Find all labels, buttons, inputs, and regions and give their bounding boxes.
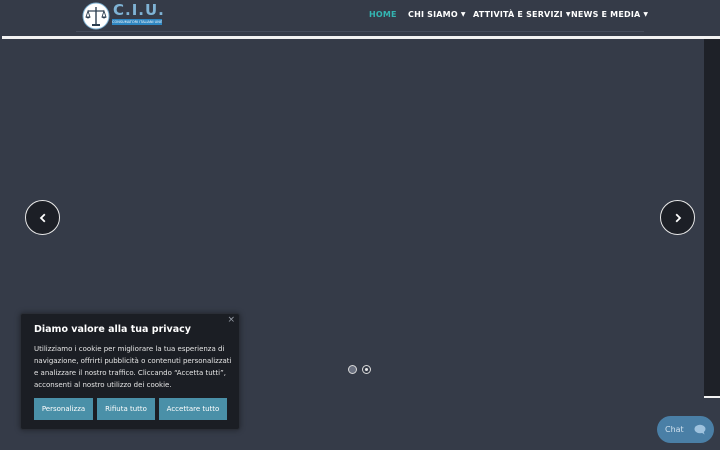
slider-dot-1[interactable] — [348, 365, 357, 374]
logo-title: C.I.U. — [113, 1, 165, 19]
slider-top-border — [2, 36, 720, 39]
nav-item-label: CHI SIAMO — [408, 10, 458, 19]
slider-side-panel — [704, 39, 720, 396]
slider-dot-2[interactable] — [362, 365, 371, 374]
close-icon[interactable]: × — [227, 315, 235, 325]
chevron-left-icon — [39, 213, 45, 222]
chat-bubble-icon — [694, 424, 706, 435]
chat-label: Chat — [665, 425, 684, 434]
chevron-down-icon: ▼ — [460, 11, 466, 18]
cookie-description: Utilizziamo i cookie per migliorare la t… — [34, 345, 232, 389]
nav-item-label: ATTIVITÀ E SERVIZI — [473, 10, 563, 19]
nav-item-label: NEWS E MEDIA — [571, 10, 641, 19]
nav-item-news-media[interactable]: NEWS E MEDIA ▼ — [571, 10, 648, 19]
scales-of-justice-icon — [82, 2, 110, 30]
nav-item-attivita-servizi[interactable]: ATTIVITÀ E SERVIZI ▼ — [473, 10, 571, 19]
slider-next-button[interactable] — [660, 200, 695, 235]
slider-prev-button[interactable] — [25, 200, 60, 235]
customize-button[interactable]: Personalizza — [34, 398, 93, 420]
chevron-down-icon: ▼ — [643, 11, 649, 18]
reject-all-button[interactable]: Rifiuta tutto — [97, 398, 155, 420]
slider-side-panel-border — [704, 396, 720, 398]
site-header: C.I.U. CONSUMATORI ITALIANI UNITI HOME C… — [0, 0, 720, 32]
accept-all-button[interactable]: Accettare tutto — [159, 398, 227, 420]
chat-launcher-button[interactable]: Chat — [657, 416, 714, 443]
header-divider — [76, 31, 644, 32]
chevron-down-icon: ▼ — [565, 11, 571, 18]
nav-item-label: HOME — [369, 10, 397, 19]
nav-item-home[interactable]: HOME — [369, 10, 397, 19]
logo-subtitle: CONSUMATORI ITALIANI UNITI — [112, 19, 162, 25]
page: C.I.U. CONSUMATORI ITALIANI UNITI HOME C… — [0, 0, 720, 450]
nav-item-chi-siamo[interactable]: CHI SIAMO ▼ — [408, 10, 466, 19]
chevron-right-icon — [675, 213, 681, 222]
cookie-consent-dialog: × Diamo valore alla tua privacy Utilizzi… — [20, 313, 240, 430]
cookie-title: Diamo valore alla tua privacy — [34, 324, 191, 335]
